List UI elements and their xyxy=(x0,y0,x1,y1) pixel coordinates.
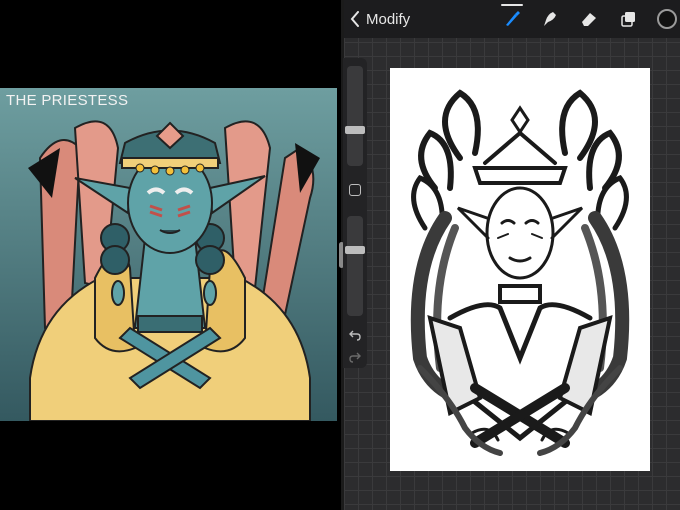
brush-icon xyxy=(506,11,520,26)
smudge-tool-button[interactable] xyxy=(538,8,560,30)
opacity-thumb[interactable] xyxy=(345,246,365,254)
undo-icon xyxy=(349,330,361,341)
split-screen: THE PRIESTESS Modify xyxy=(0,0,680,510)
color-picker-button[interactable] xyxy=(657,9,677,29)
modify-square-button[interactable] xyxy=(349,184,361,196)
priestess-color-illustration xyxy=(0,88,337,421)
redo-button[interactable] xyxy=(346,348,364,366)
undo-button[interactable] xyxy=(346,326,364,344)
eraser-icon xyxy=(582,13,596,26)
redo-icon xyxy=(349,352,361,363)
brush-tool-button[interactable] xyxy=(501,4,523,30)
eraser-tool-button[interactable] xyxy=(578,8,600,30)
reference-pane: THE PRIESTESS xyxy=(0,0,341,510)
reference-artwork: THE PRIESTESS xyxy=(0,88,337,421)
reference-title: THE PRIESTESS xyxy=(6,92,129,109)
layers-icon xyxy=(621,12,635,27)
brush-size-thumb[interactable] xyxy=(345,126,365,134)
modify-back-button[interactable]: Modify xyxy=(350,8,410,30)
priestess-ink-sketch xyxy=(410,89,630,456)
drawing-canvas[interactable] xyxy=(390,68,650,471)
smudge-icon xyxy=(544,12,556,26)
brush-size-slider[interactable] xyxy=(345,66,365,166)
modify-label: Modify xyxy=(366,10,411,28)
layers-button[interactable] xyxy=(617,8,639,30)
side-toolbar xyxy=(343,58,367,368)
opacity-slider[interactable] xyxy=(345,216,365,316)
chevron-left-icon xyxy=(350,11,359,27)
